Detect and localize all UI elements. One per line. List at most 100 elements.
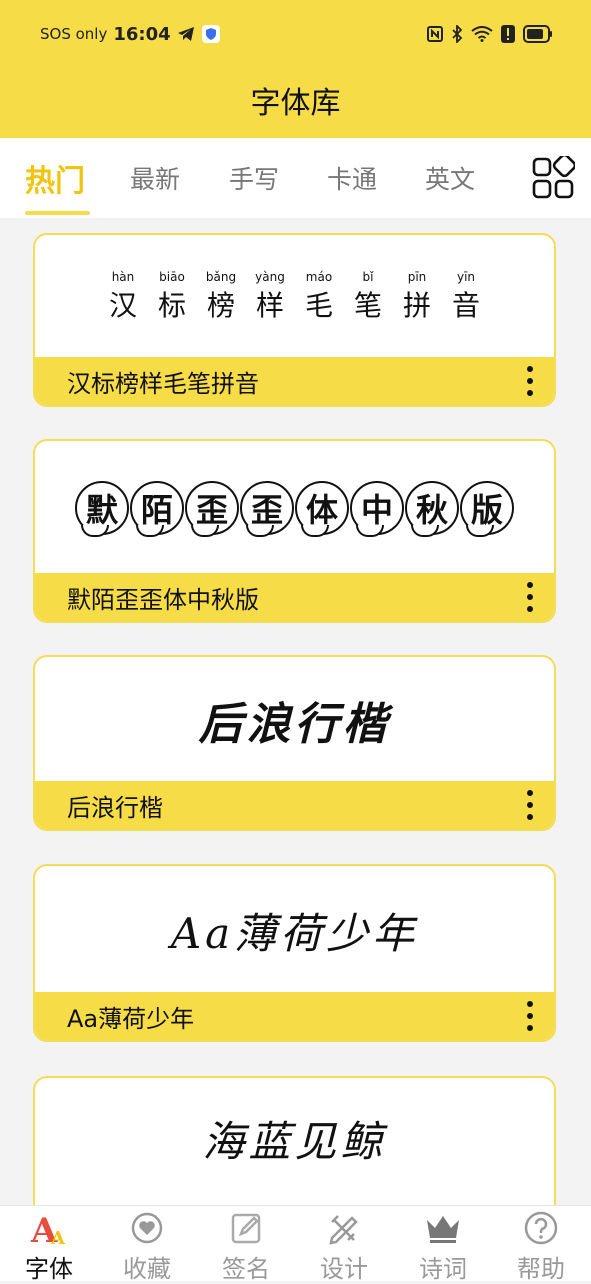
font-card[interactable]: Aa薄荷少年 Aa薄荷少年: [33, 864, 556, 1042]
preview-text: 海蓝见鲸: [202, 1116, 387, 1166]
wifi-icon: [471, 26, 493, 42]
nav-signature[interactable]: 签名: [197, 1206, 295, 1283]
more-options-icon[interactable]: [520, 1000, 540, 1032]
status-right: [427, 22, 553, 46]
font-preview: 后浪行楷: [35, 657, 554, 783]
font-icon: A A: [30, 1211, 66, 1246]
bottom-nav: A A 字体 收藏 签名 设计 诗词 帮助: [0, 1205, 591, 1283]
pinyin-text: bǎng: [205, 270, 237, 284]
bluetooth-icon: [452, 25, 463, 43]
preview-char: 秋: [405, 481, 459, 537]
circle-char-preview: 默 陌 歪 歪 体 中 秋 版: [75, 481, 514, 537]
more-options-icon[interactable]: [520, 789, 540, 821]
font-card-footer: 后浪行楷: [35, 781, 554, 829]
grid-menu-icon[interactable]: [531, 156, 575, 200]
preview-char: 笔: [353, 289, 382, 322]
more-options-icon[interactable]: [520, 365, 540, 397]
heart-icon: [131, 1212, 163, 1244]
edit-icon: [231, 1213, 261, 1244]
category-tabs: 热门 最新 手写 卡通 英文: [0, 138, 591, 218]
tab-latest[interactable]: 最新: [130, 160, 180, 196]
pinyin-char: pīn 拼: [402, 270, 432, 324]
preview-char: 体: [295, 481, 349, 537]
preview-char: 歪: [240, 481, 294, 537]
preview-char: 歪: [185, 481, 239, 537]
preview-char: 音: [451, 289, 480, 322]
shield-icon: [201, 25, 220, 43]
telegram-icon: [177, 27, 194, 41]
nav-fonts[interactable]: A A 字体: [0, 1206, 98, 1283]
tab-handwriting[interactable]: 手写: [229, 160, 279, 196]
font-name: Aa薄荷少年: [67, 1004, 195, 1033]
status-left: SOS only 16:04: [40, 22, 221, 46]
nav-help[interactable]: 帮助: [492, 1206, 590, 1283]
pinyin-text: hàn: [111, 270, 135, 284]
app-header: SOS only 16:04 字体库: [0, 0, 591, 138]
pinyin-char: biāo 标: [157, 270, 187, 324]
font-card-footer: 默陌歪歪体中秋版: [35, 573, 554, 621]
pinyin-text: yīn: [456, 270, 476, 284]
font-preview: Aa薄荷少年: [35, 866, 554, 994]
pinyin-char: bǎng 榜: [206, 270, 236, 324]
pinyin-char: yīn 音: [451, 270, 481, 324]
svg-text:A: A: [50, 1228, 66, 1246]
font-preview: 海蓝见鲸: [35, 1078, 554, 1198]
font-card-footer: Aa薄荷少年: [35, 992, 554, 1040]
preview-char: 陌: [130, 481, 184, 537]
preview-text: 后浪行楷: [198, 699, 391, 750]
nav-label: 诗词: [419, 1255, 467, 1283]
nav-poetry[interactable]: 诗词: [394, 1206, 492, 1283]
pinyin-char: bǐ 笔: [353, 270, 383, 324]
preview-char: 毛: [304, 289, 333, 322]
preview-text: Aa薄荷少年: [170, 908, 419, 958]
font-card-footer: 汉标榜样毛笔拼音: [35, 357, 554, 405]
pinyin-char: hàn 汉: [108, 270, 138, 324]
tab-english[interactable]: 英文: [425, 160, 475, 196]
font-name: 后浪行楷: [67, 793, 163, 822]
nav-label: 字体: [25, 1255, 73, 1283]
preview-char: 汉: [108, 289, 137, 322]
nav-label: 收藏: [123, 1255, 171, 1283]
font-card[interactable]: hàn 汉 biāo 标 bǎng 榜 yàng 样 máo 毛 bǐ 笔 pīn 拼 yīn…: [33, 233, 556, 407]
font-name: 默陌歪歪体中秋版: [67, 585, 259, 614]
font-card[interactable]: 海蓝见鲸: [33, 1076, 556, 1205]
crown-icon: [427, 1216, 459, 1243]
font-name: 汉标榜样毛笔拼音: [67, 369, 259, 398]
pinyin-text: yàng: [255, 270, 285, 284]
pinyin-char: yàng 样: [255, 270, 285, 324]
preview-char: 中: [350, 481, 404, 537]
carrier-text: SOS only: [40, 25, 108, 43]
preview-char: 榜: [206, 289, 235, 322]
pinyin-text: bǐ: [362, 270, 374, 284]
nav-label: 帮助: [517, 1255, 565, 1283]
nfc-icon: [427, 26, 443, 42]
active-tab-indicator: [25, 211, 90, 215]
pinyin-text: biāo: [159, 270, 185, 284]
pinyin-text: máo: [305, 270, 333, 284]
font-card[interactable]: 默 陌 歪 歪 体 中 秋 版 默陌歪歪体中秋版: [33, 439, 556, 623]
preview-char: 默: [75, 481, 129, 537]
nav-label: 签名: [222, 1255, 270, 1283]
tab-cartoon[interactable]: 卡通: [327, 160, 377, 196]
preview-char: 样: [255, 289, 284, 322]
preview-char: 版: [460, 481, 514, 537]
nav-label: 设计: [320, 1255, 368, 1283]
pinyin-text: pīn: [407, 270, 427, 284]
clock: 16:04: [113, 23, 171, 45]
status-bar: SOS only 16:04: [0, 0, 591, 66]
font-list: hàn 汉 biāo 标 bǎng 榜 yàng 样 máo 毛 bǐ 笔 pīn 拼 yīn…: [0, 218, 591, 1205]
nav-favorites[interactable]: 收藏: [98, 1206, 196, 1283]
font-card[interactable]: 后浪行楷 后浪行楷: [33, 655, 556, 831]
tab-hot[interactable]: 热门: [25, 156, 85, 200]
pinyin-preview: hàn 汉 biāo 标 bǎng 榜 yàng 样 máo 毛 bǐ 笔 pīn 拼 yīn…: [108, 270, 481, 324]
nav-design[interactable]: 设计: [295, 1206, 393, 1283]
design-icon: [329, 1215, 358, 1245]
battery-icon: [523, 25, 552, 43]
font-preview: hàn 汉 biāo 标 bǎng 榜 yàng 样 máo 毛 bǐ 笔 pīn 拼 yīn…: [35, 235, 554, 359]
pinyin-char: máo 毛: [304, 270, 334, 324]
alert-icon: [501, 25, 515, 43]
help-icon: [524, 1211, 558, 1245]
page-title: 字体库: [250, 86, 341, 121]
more-options-icon[interactable]: [520, 581, 540, 613]
preview-char: 标: [157, 289, 186, 322]
